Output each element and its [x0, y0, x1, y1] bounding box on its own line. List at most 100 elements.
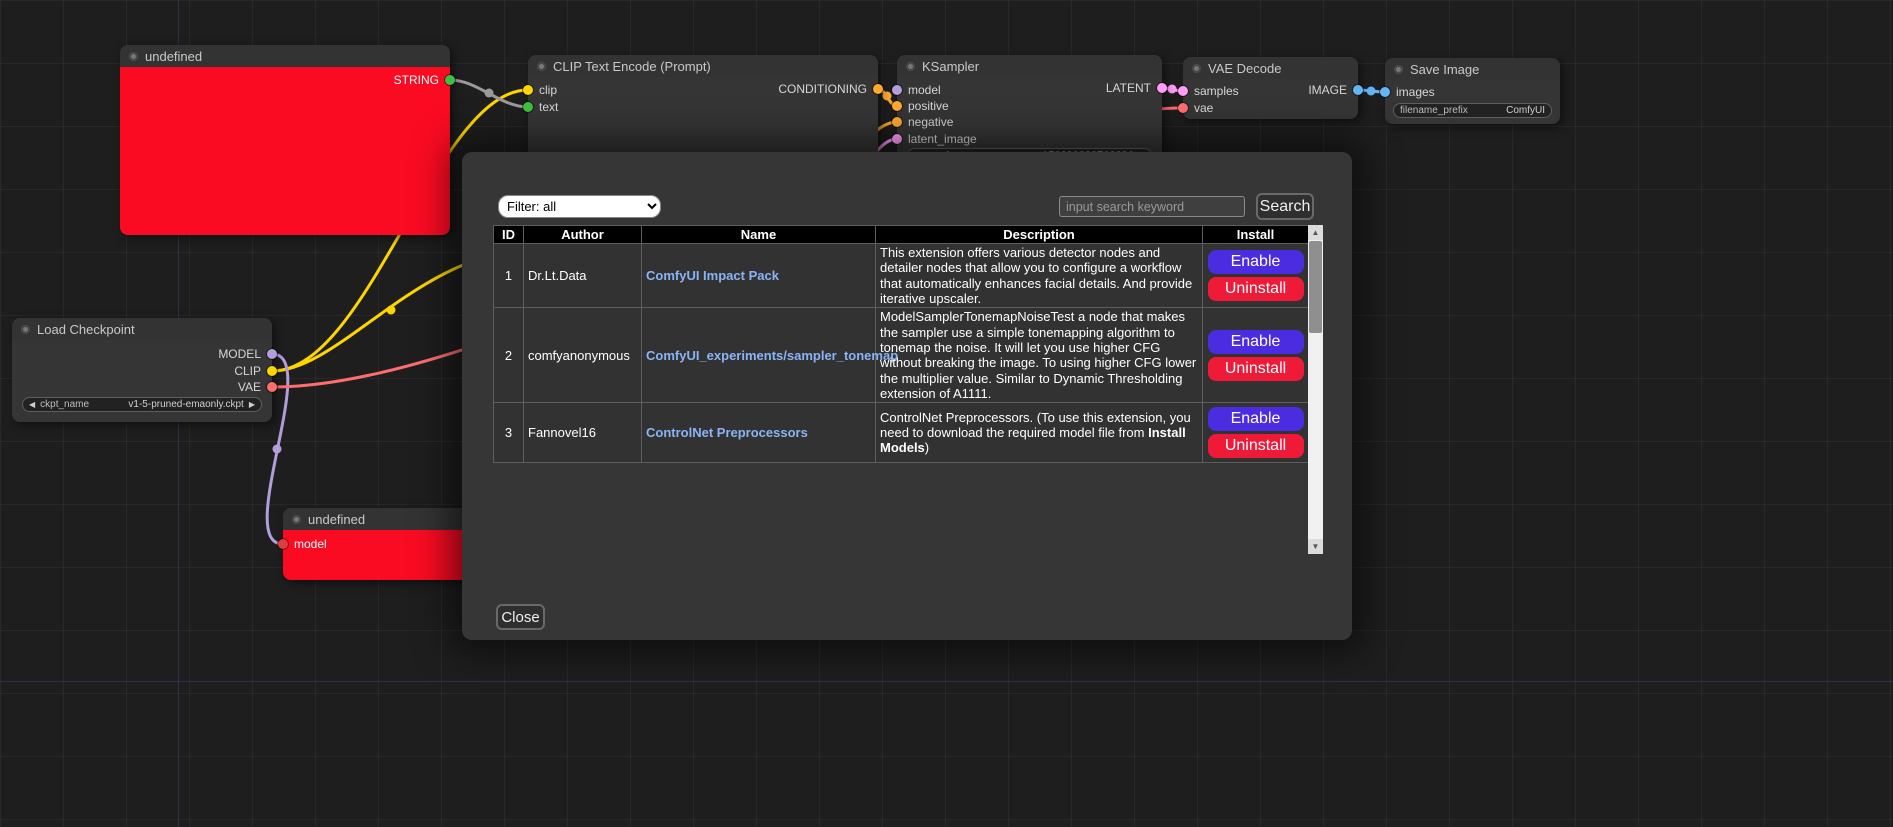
slot-label: positive — [908, 99, 949, 113]
model-port-icon[interactable] — [267, 349, 277, 359]
extension-link[interactable]: ComfyUI_experiments/sampler_tonemap — [646, 348, 898, 363]
scroll-down-icon[interactable]: ▼ — [1308, 539, 1323, 554]
wire-string-to-text — [450, 80, 528, 107]
slot-label: IMAGE — [1308, 83, 1347, 97]
uninstall-button[interactable]: Uninstall — [1208, 277, 1304, 301]
node-title: Save Image — [1410, 62, 1479, 77]
table-scrollbar[interactable]: ▲ ▼ — [1308, 225, 1323, 554]
vae-port-icon[interactable] — [1178, 103, 1188, 113]
node-title-bar[interactable]: undefined — [283, 508, 483, 530]
node-undefined-bottom[interactable]: undefined model — [283, 508, 483, 580]
output-slot-latent[interactable]: LATENT — [1106, 80, 1167, 96]
column-header-id: ID — [494, 226, 524, 244]
slot-label: images — [1396, 85, 1435, 99]
slot-label: LATENT — [1106, 81, 1151, 95]
input-slot-latent-image[interactable]: latent_image — [892, 131, 977, 147]
input-slot-negative[interactable]: negative — [892, 114, 953, 130]
scrollbar-thumb[interactable] — [1309, 241, 1322, 333]
input-slot-vae[interactable]: vae — [1178, 100, 1213, 116]
filter-select[interactable]: Filter: all — [498, 195, 661, 218]
filename-prefix-widget[interactable]: filename_prefix ComfyUI — [1393, 103, 1552, 118]
latent-port-icon[interactable] — [892, 134, 902, 144]
decrement-arrow-icon[interactable]: ◀ — [29, 400, 35, 409]
cell-name: ControlNet Preprocessors — [642, 403, 876, 463]
extension-link[interactable]: ControlNet Preprocessors — [646, 425, 808, 440]
string-port-icon[interactable] — [523, 102, 533, 112]
grid-axis-horizontal — [0, 681, 1893, 682]
node-vae-decode[interactable]: VAE Decode samples vae IMAGE — [1183, 57, 1358, 119]
slot-label: CLIP — [234, 364, 261, 378]
widget-value: v1-5-pruned-emaonly.ckpt — [128, 399, 243, 410]
output-slot-string[interactable]: STRING — [394, 72, 455, 88]
cell-install: Enable Uninstall — [1203, 308, 1309, 403]
slot-label: latent_image — [908, 132, 977, 146]
output-slot-model[interactable]: MODEL — [218, 346, 277, 362]
cell-id: 3 — [494, 403, 524, 463]
output-slot-vae[interactable]: VAE — [238, 379, 277, 395]
node-undefined-top[interactable]: undefined STRING — [120, 45, 450, 235]
output-slot-conditioning[interactable]: CONDITIONING — [778, 81, 883, 97]
close-button[interactable]: Close — [496, 604, 545, 630]
input-slot-model[interactable]: model — [278, 536, 327, 552]
description-tail: ) — [925, 440, 929, 455]
cell-author: comfyanonymous — [524, 308, 642, 403]
uninstall-button[interactable]: Uninstall — [1208, 434, 1304, 458]
node-status-dot-icon — [1192, 64, 1201, 73]
latent-port-icon[interactable] — [1157, 83, 1167, 93]
image-port-icon[interactable] — [1380, 87, 1390, 97]
enable-button[interactable]: Enable — [1208, 330, 1304, 354]
extension-link[interactable]: ComfyUI Impact Pack — [646, 268, 779, 283]
input-slot-images[interactable]: images — [1380, 84, 1435, 100]
column-header-description: Description — [876, 226, 1203, 244]
output-slot-image[interactable]: IMAGE — [1308, 82, 1363, 98]
input-slot-clip[interactable]: clip — [523, 82, 557, 98]
clip-port-icon[interactable] — [267, 366, 277, 376]
node-title-bar[interactable]: Save Image — [1385, 58, 1560, 80]
input-slot-model[interactable]: model — [892, 82, 941, 98]
conditioning-port-icon[interactable] — [892, 117, 902, 127]
cell-description: ModelSamplerTonemapNoiseTest a node that… — [876, 308, 1203, 403]
node-load-checkpoint[interactable]: Load Checkpoint MODEL CLIP VAE ◀ ckpt_na… — [12, 318, 272, 422]
node-title-bar[interactable]: KSampler — [897, 55, 1162, 77]
conditioning-port-icon[interactable] — [873, 84, 883, 94]
graph-canvas[interactable]: undefined STRING CLIP Text Encode (Promp… — [0, 0, 1893, 827]
wire-midpoint-dot — [1367, 87, 1376, 96]
wire-midpoint-dot — [485, 89, 494, 98]
string-port-icon[interactable] — [445, 75, 455, 85]
uninstall-button[interactable]: Uninstall — [1208, 357, 1304, 381]
model-port-icon[interactable] — [892, 85, 902, 95]
node-status-dot-icon — [129, 52, 138, 61]
search-input[interactable] — [1059, 196, 1245, 217]
cell-name: ComfyUI Impact Pack — [642, 244, 876, 308]
enable-button[interactable]: Enable — [1208, 407, 1304, 431]
node-title: CLIP Text Encode (Prompt) — [553, 59, 711, 74]
slot-label: model — [908, 83, 941, 97]
wire-midpoint-dot — [273, 445, 282, 454]
output-slot-clip[interactable]: CLIP — [234, 363, 277, 379]
enable-button[interactable]: Enable — [1208, 250, 1304, 274]
node-title-bar[interactable]: undefined — [120, 45, 450, 67]
input-slot-text[interactable]: text — [523, 99, 558, 115]
increment-arrow-icon[interactable]: ▶ — [249, 400, 255, 409]
clip-port-icon[interactable] — [523, 85, 533, 95]
node-title-bar[interactable]: CLIP Text Encode (Prompt) — [528, 55, 878, 77]
cell-install: Enable Uninstall — [1203, 403, 1309, 463]
cell-author: Dr.Lt.Data — [524, 244, 642, 308]
node-status-dot-icon — [537, 62, 546, 71]
input-slot-positive[interactable]: positive — [892, 98, 949, 114]
image-port-icon[interactable] — [1353, 85, 1363, 95]
slot-label: clip — [539, 83, 557, 97]
cell-author: Fannovel16 — [524, 403, 642, 463]
model-port-icon[interactable] — [278, 539, 288, 549]
vae-port-icon[interactable] — [267, 382, 277, 392]
conditioning-port-icon[interactable] — [892, 101, 902, 111]
ckpt-name-widget[interactable]: ◀ ckpt_name v1-5-pruned-emaonly.ckpt ▶ — [22, 397, 262, 412]
node-title-bar[interactable]: Load Checkpoint — [12, 318, 272, 340]
cell-install: Enable Uninstall — [1203, 244, 1309, 308]
search-button[interactable]: Search — [1256, 193, 1314, 220]
input-slot-samples[interactable]: samples — [1178, 83, 1239, 99]
scroll-up-icon[interactable]: ▲ — [1308, 225, 1323, 240]
node-save-image[interactable]: Save Image images filename_prefix ComfyU… — [1385, 58, 1560, 124]
latent-port-icon[interactable] — [1178, 86, 1188, 96]
node-title-bar[interactable]: VAE Decode — [1183, 57, 1358, 79]
